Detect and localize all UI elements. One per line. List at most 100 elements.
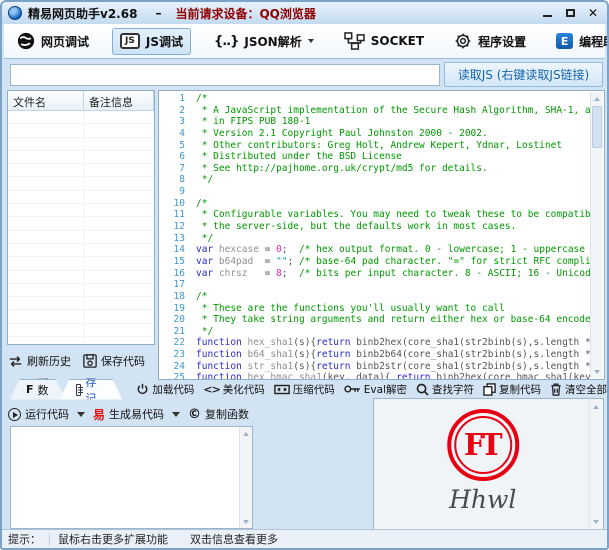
- toolbar-label: 程序设置: [478, 33, 526, 50]
- code-toolbar: 加载代码 <> 美化代码 压缩代码 Eval解密: [136, 382, 607, 397]
- json-braces-icon: {..}: [214, 34, 238, 49]
- beautify-code-button[interactable]: <> 美化代码: [203, 382, 264, 397]
- toolbar-item-socket[interactable]: SOCKET: [337, 28, 431, 54]
- scroll-down-arrow[interactable]: [590, 515, 602, 528]
- play-icon: [8, 408, 21, 421]
- logo-subtitle: Hhwl: [447, 485, 519, 514]
- scroll-down-arrow[interactable]: [240, 515, 252, 528]
- clear-all-button[interactable]: 清空全部: [550, 382, 607, 397]
- logo-monogram: FT: [464, 428, 502, 463]
- refresh-history-label: 刷新历史: [27, 353, 71, 369]
- code-editor-scrollbar[interactable]: [590, 92, 603, 378]
- code-line: 5 * Other contributors: Greg Holt, Andre…: [159, 140, 590, 152]
- e-icon: E: [556, 33, 573, 49]
- window-title: 精易网页助手v2.68: [28, 5, 137, 22]
- table-row[interactable]: [8, 217, 154, 230]
- code-line: 17: [159, 279, 590, 291]
- table-row[interactable]: [8, 271, 154, 284]
- run-code-button[interactable]: 运行代码: [8, 406, 69, 422]
- table-row[interactable]: [8, 297, 154, 310]
- file-table-body: [8, 111, 154, 345]
- code-line: 23function b64_sha1(s){return binb2b64(c…: [159, 349, 590, 361]
- copy-function-button[interactable]: © 复制函数: [188, 406, 249, 422]
- status-bar: 提示： 鼠标右击更多扩展功能 双击信息查看更多: [2, 529, 607, 548]
- toolbar-item-js-debug[interactable]: JS JS调试: [112, 28, 191, 55]
- code-line: 4 * Version 2.1 Copyright Paul Johnston …: [159, 128, 590, 140]
- toolbar-label: JSON解析: [244, 33, 301, 50]
- scroll-up-arrow[interactable]: [240, 427, 252, 440]
- button-label: 压缩代码: [293, 382, 335, 397]
- table-row[interactable]: [8, 204, 154, 217]
- table-row[interactable]: [8, 191, 154, 204]
- table-row[interactable]: [8, 324, 154, 337]
- table-row[interactable]: [8, 337, 154, 345]
- copyright-icon: ©: [188, 407, 201, 422]
- read-js-button[interactable]: 读取JS (右键读取JS链接): [444, 62, 603, 87]
- close-button[interactable]: ✕: [587, 7, 599, 19]
- table-row[interactable]: [8, 111, 154, 124]
- table-row[interactable]: [8, 138, 154, 151]
- compress-code-button[interactable]: 压缩代码: [274, 382, 335, 397]
- chevron-down-icon[interactable]: [172, 412, 180, 417]
- toolbar-item-json-parse[interactable]: {..} JSON解析: [207, 29, 321, 54]
- tab-function-table[interactable]: F 函数表: [10, 379, 66, 400]
- code-line: 13 */: [159, 233, 590, 245]
- tab-save-record[interactable]: 保存记录: [60, 379, 123, 400]
- copy-code-button[interactable]: 复制代码: [483, 382, 541, 397]
- document-icon: [76, 384, 82, 396]
- compress-icon: [274, 384, 290, 395]
- save-code-button[interactable]: 保存代码: [83, 353, 145, 369]
- button-label: 查找字符: [432, 382, 474, 397]
- table-row[interactable]: [8, 244, 154, 257]
- logo-panel: FT Hhwl: [373, 398, 604, 530]
- button-label: Eval解密: [364, 382, 407, 397]
- url-input[interactable]: [10, 64, 440, 86]
- code-line: 10/*: [159, 198, 590, 210]
- maximize-button[interactable]: [564, 7, 576, 19]
- code-line: 2 * A JavaScript implementation of the S…: [159, 105, 590, 117]
- title-separator: –: [155, 6, 161, 20]
- scrollbar-thumb[interactable]: [592, 106, 602, 148]
- column-header-filename[interactable]: 文件名: [8, 91, 84, 110]
- column-header-remark[interactable]: 备注信息: [84, 91, 154, 110]
- title-bar: 精易网页助手v2.68 – 当前请求设备：QQ浏览器 ✕: [2, 2, 607, 24]
- toolbar-item-coding-assistant[interactable]: E 编程助手: [549, 29, 609, 54]
- table-row[interactable]: [8, 284, 154, 297]
- table-row[interactable]: [8, 257, 154, 270]
- generate-e-code-button[interactable]: 易 生成易代码: [93, 406, 164, 423]
- f-icon: F: [26, 383, 34, 396]
- toolbar-label: SOCKET: [371, 34, 424, 48]
- table-row[interactable]: [8, 124, 154, 137]
- eval-decrypt-button[interactable]: Eval解密: [344, 382, 407, 397]
- logo-panel-scrollbar[interactable]: [589, 400, 602, 528]
- find-chars-button[interactable]: 查找字符: [416, 382, 474, 397]
- button-label: 美化代码: [223, 382, 265, 397]
- brand-logo: FT Hhwl: [447, 409, 519, 514]
- app-icon: [8, 6, 22, 20]
- toolbar-item-settings[interactable]: 程序设置: [447, 28, 533, 54]
- scroll-up-arrow[interactable]: [591, 92, 603, 105]
- button-label: 复制函数: [205, 406, 249, 422]
- load-code-button[interactable]: 加载代码: [136, 382, 194, 397]
- code-line: 8 */: [159, 174, 590, 186]
- table-row[interactable]: [8, 310, 154, 323]
- logo-ring-icon: FT: [447, 409, 519, 481]
- code-line: 24function str_sha1(s){return binb2str(c…: [159, 361, 590, 373]
- scroll-up-arrow[interactable]: [590, 400, 602, 413]
- trash-icon: [550, 383, 562, 396]
- minimize-button[interactable]: [541, 7, 553, 19]
- app-window: 精易网页助手v2.68 – 当前请求设备：QQ浏览器 ✕ 网页调试 JS JS调…: [0, 0, 609, 550]
- table-row[interactable]: [8, 151, 154, 164]
- toolbar-item-web-debug[interactable]: 网页调试: [10, 28, 96, 54]
- code-line: 14var hexcase = 0; /* hex output format.…: [159, 244, 590, 256]
- code-editor[interactable]: 1/*2 * A JavaScript implementation of th…: [158, 90, 605, 380]
- refresh-history-button[interactable]: 刷新历史: [8, 353, 71, 369]
- window-controls: ✕: [541, 7, 601, 19]
- table-row[interactable]: [8, 177, 154, 190]
- table-row[interactable]: [8, 164, 154, 177]
- button-label: 生成易代码: [109, 406, 164, 422]
- table-row[interactable]: [8, 231, 154, 244]
- run-output-area[interactable]: [10, 426, 253, 529]
- run-output-scrollbar[interactable]: [239, 427, 252, 528]
- chevron-down-icon[interactable]: [77, 412, 85, 417]
